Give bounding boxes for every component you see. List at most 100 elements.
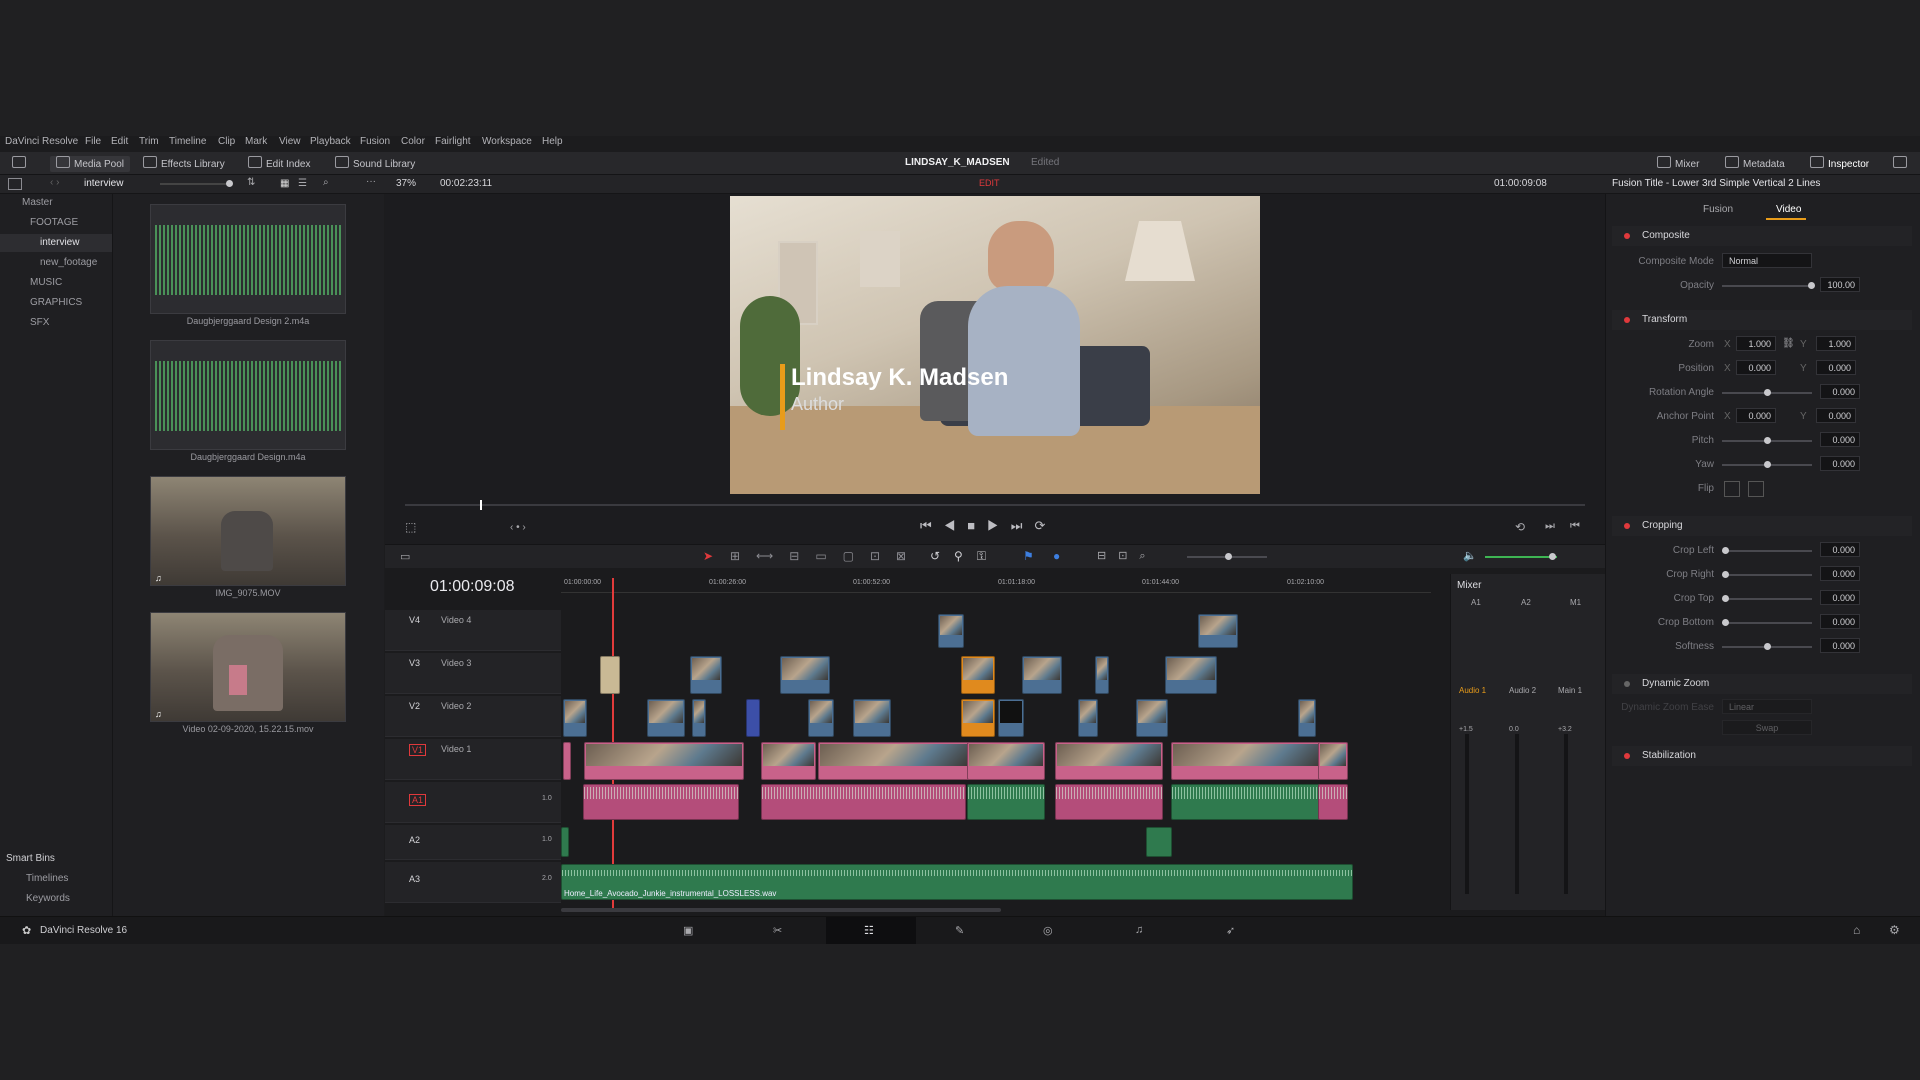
bin-master[interactable]: Master <box>0 194 112 212</box>
timeline-clip[interactable] <box>938 614 964 648</box>
timeline-clip[interactable] <box>998 699 1024 737</box>
thumbnail-size-slider[interactable] <box>160 180 233 187</box>
cut-page-icon[interactable]: ✂ <box>773 924 782 937</box>
zoom-y-value[interactable]: 1.000 <box>1816 336 1856 351</box>
menu-fusion[interactable]: Fusion <box>360 136 390 148</box>
link-icon[interactable]: ⛓ <box>1782 338 1795 349</box>
timeline-view-icon[interactable]: ▭ <box>400 550 410 563</box>
list-view-icon[interactable]: ☰ <box>298 178 307 189</box>
audio-clip[interactable] <box>583 784 739 820</box>
jog-control[interactable]: ‹ • › <box>510 522 526 533</box>
crop-bottom-value[interactable]: 0.000 <box>1820 614 1860 629</box>
menu-file[interactable]: File <box>85 136 101 148</box>
menu-help[interactable]: Help <box>542 136 563 148</box>
menu-trim[interactable]: Trim <box>139 136 159 148</box>
media-clip-video-2[interactable]: ♫ <box>150 612 346 722</box>
media-pool-button[interactable]: Media Pool <box>50 156 131 172</box>
home-icon[interactable]: ⌂ <box>1853 923 1860 937</box>
softness-slider[interactable] <box>1722 643 1812 650</box>
timeline-clip[interactable] <box>584 742 744 780</box>
rotation-value[interactable]: 0.000 <box>1820 384 1860 399</box>
enable-dot-icon[interactable] <box>1624 753 1630 759</box>
zoom-x-value[interactable]: 1.000 <box>1736 336 1776 351</box>
viewer-frame[interactable]: Lindsay K. Madsen Author <box>730 196 1260 494</box>
fader-track[interactable] <box>1465 734 1469 894</box>
marker-icon[interactable]: ● <box>1053 549 1060 563</box>
next-edit-icon[interactable]: ⏭ <box>1545 520 1555 533</box>
menu-workspace[interactable]: Workspace <box>482 136 532 148</box>
timeline-clip[interactable] <box>1171 742 1323 780</box>
section-cropping[interactable]: Cropping <box>1612 516 1912 536</box>
timeline-clip[interactable] <box>761 742 816 780</box>
menu-clip[interactable]: Clip <box>218 136 235 148</box>
transport-controls[interactable]: ⏮◀■▶⏭⟳ <box>920 518 1057 534</box>
pitch-slider[interactable] <box>1722 437 1812 444</box>
settings-gear-icon[interactable]: ⚙ <box>1889 923 1900 937</box>
smart-bin-keywords[interactable]: Keywords <box>0 890 112 908</box>
audio-clip[interactable] <box>1171 784 1323 820</box>
menu-mark[interactable]: Mark <box>245 136 267 148</box>
smart-bin-timelines[interactable]: Timelines <box>0 870 112 888</box>
timeline-clip[interactable] <box>600 656 620 694</box>
opacity-slider[interactable] <box>1722 282 1815 289</box>
pitch-value[interactable]: 0.000 <box>1820 432 1860 447</box>
timeline-clip[interactable] <box>1055 742 1163 780</box>
timeline-clip[interactable] <box>1298 699 1316 737</box>
timeline-clip[interactable] <box>647 699 685 737</box>
timeline-clip[interactable] <box>692 699 706 737</box>
flip-vertical-icon[interactable] <box>1748 481 1764 497</box>
flag-icon[interactable]: ⚑ <box>1023 549 1034 563</box>
timeline-clip[interactable] <box>780 656 830 694</box>
audio-clip[interactable] <box>1055 784 1163 820</box>
effects-library-button[interactable]: Effects Library <box>143 156 225 172</box>
scrubber-playhead[interactable] <box>480 500 482 510</box>
media-clip-audio-1[interactable] <box>150 204 346 314</box>
media-clip-video-1[interactable]: ♫ <box>150 476 346 586</box>
yaw-slider[interactable] <box>1722 461 1812 468</box>
fusion-page-icon[interactable]: ✎ <box>955 924 964 937</box>
crop-top-slider[interactable] <box>1722 595 1812 602</box>
timeline-clip[interactable] <box>690 656 722 694</box>
flip-horizontal-icon[interactable] <box>1724 481 1740 497</box>
timeline-clip[interactable] <box>563 699 587 737</box>
fairlight-page-icon[interactable]: ♫ <box>1135 924 1143 936</box>
more-options-icon[interactable]: ··· <box>366 176 376 187</box>
tab-video[interactable]: Video <box>1776 204 1801 215</box>
timeline-clip[interactable] <box>961 656 995 694</box>
enable-dot-icon[interactable] <box>1624 523 1630 529</box>
position-x-value[interactable]: 0.000 <box>1736 360 1776 375</box>
audio-clip[interactable] <box>561 827 569 857</box>
enable-dot-icon[interactable] <box>1624 317 1630 323</box>
menu-davinci[interactable]: DaVinci Resolve <box>5 136 78 148</box>
timeline-clip[interactable] <box>967 742 1045 780</box>
crop-left-slider[interactable] <box>1722 547 1812 554</box>
fullscreen-icon[interactable] <box>1893 156 1911 172</box>
timeline-mode[interactable]: EDIT <box>979 178 1000 188</box>
section-transform[interactable]: Transform <box>1612 310 1912 330</box>
anchor-y-value[interactable]: 0.000 <box>1816 408 1856 423</box>
edit-index-button[interactable]: Edit Index <box>248 156 310 172</box>
menu-view[interactable]: View <box>279 136 301 148</box>
bin-new-footage[interactable]: new_footage <box>0 254 112 272</box>
timeline-clip[interactable] <box>1136 699 1168 737</box>
bin-footage[interactable]: FOOTAGE <box>0 214 112 232</box>
timeline-clip[interactable] <box>961 699 995 737</box>
timeline-ruler[interactable]: 01:00:00:00 01:00:26:00 01:00:52:00 01:0… <box>561 572 1431 593</box>
fader-track[interactable] <box>1515 734 1519 894</box>
viewer-zoom[interactable]: 37% <box>396 178 416 189</box>
loop-icon[interactable]: ⟲ <box>1515 520 1525 534</box>
opacity-value[interactable]: 100.00 <box>1820 277 1860 292</box>
panel-toggle-icon[interactable] <box>8 178 22 190</box>
edit-tools-icons[interactable]: ⊞⟷⊟▭▢⊡⊠ <box>730 549 922 563</box>
search-icon[interactable]: ⌕ <box>323 177 329 188</box>
menu-fairlight[interactable]: Fairlight <box>435 136 471 148</box>
nav-arrows-icon[interactable]: ‹ › <box>50 177 59 188</box>
monitor-icon[interactable] <box>12 156 30 172</box>
edit-page-tab[interactable]: ☷ <box>826 917 916 944</box>
composite-mode-select[interactable]: Normal <box>1722 253 1812 268</box>
crop-left-value[interactable]: 0.000 <box>1820 542 1860 557</box>
yaw-value[interactable]: 0.000 <box>1820 456 1860 471</box>
timeline-zoom-slider[interactable] <box>1187 553 1267 560</box>
deliver-page-icon[interactable]: ➶ <box>1226 924 1235 937</box>
thumbnail-view-icon[interactable]: ▦ <box>280 178 289 189</box>
